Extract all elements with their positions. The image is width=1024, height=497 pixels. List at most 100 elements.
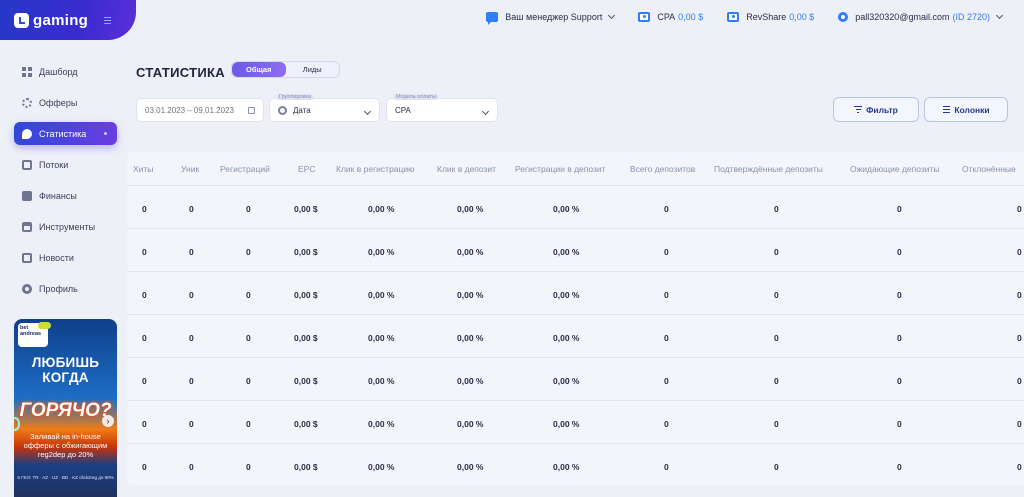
revshare-balance[interactable]: RevShare 0,00 $ bbox=[727, 11, 815, 22]
table-cell: 0 bbox=[142, 333, 147, 343]
table-cell: 0,00 % bbox=[368, 462, 395, 472]
sidebar-item-label: Офферы bbox=[39, 97, 78, 108]
table-cell: 0,00 $ bbox=[294, 462, 318, 472]
grouping-value: Дата bbox=[293, 105, 311, 115]
grouping-label: Группировка bbox=[277, 94, 314, 100]
table-body: 0 0 0 0,00 $ 0,00 % 0,00 % 0,00 % 0 0 0 0 0 0 0 0,00 $… bbox=[127, 185, 1024, 485]
column-header[interactable]: Ожидающие депозиты bbox=[850, 164, 940, 174]
table-cell: 0 bbox=[774, 333, 779, 343]
user-menu[interactable]: pall320320@gmail.com (ID 2720) bbox=[838, 11, 1004, 22]
columns-button[interactable]: Колонки bbox=[924, 97, 1008, 122]
column-header[interactable]: Подтверждённые депозиты bbox=[714, 164, 823, 174]
table-cell: 0,00 % bbox=[553, 333, 580, 343]
revshare-label: RevShare bbox=[746, 11, 787, 22]
grouping-select[interactable]: Группировка Дата bbox=[269, 94, 380, 122]
payment-model-select[interactable]: Модель оплаты CPA bbox=[386, 94, 498, 122]
sidebar-item-statistics[interactable]: Статистика bbox=[14, 122, 117, 145]
table-cell: 0 bbox=[1017, 247, 1022, 257]
table-cell: 0 bbox=[1017, 419, 1022, 429]
table-cell: 0,00 % bbox=[457, 419, 484, 429]
column-header[interactable]: EPC bbox=[298, 164, 315, 174]
sidebar-item-offers[interactable]: Офферы bbox=[14, 91, 117, 114]
sidebar-item-label: Дашборд bbox=[39, 66, 78, 77]
cpa-value: 0,00 $ bbox=[678, 11, 704, 22]
sidebar-item-label: Профиль bbox=[39, 283, 78, 294]
revshare-value: 0,00 $ bbox=[789, 11, 815, 22]
table-cell: 0,00 % bbox=[457, 247, 484, 257]
top-bar: Ваш менеджер Support CPA 0,00 $ RevShare… bbox=[136, 0, 1024, 33]
table-cell: 0 bbox=[774, 204, 779, 214]
statistics-table: Хиты Уник Регистраций EPC Клик в регистрацию… bbox=[127, 152, 1024, 485]
tab-leads[interactable]: Лиды bbox=[286, 62, 340, 77]
table-cell: 0 bbox=[664, 204, 669, 214]
filter-button-label: Фильтр bbox=[866, 104, 898, 115]
table-cell: 0 bbox=[189, 204, 194, 214]
table-cell: 0 bbox=[1017, 333, 1022, 343]
column-header[interactable]: Клик в депозит bbox=[437, 164, 496, 174]
table-row: 0 0 0 0,00 $ 0,00 % 0,00 % 0,00 % 0 0 0 0 bbox=[127, 400, 1024, 443]
table-cell: 0 bbox=[142, 376, 147, 386]
table-cell: 0 bbox=[246, 376, 251, 386]
sidebar-item-dashboard[interactable]: Дашборд bbox=[14, 60, 117, 83]
column-header[interactable]: Всего депозитов bbox=[630, 164, 695, 174]
tools-icon bbox=[22, 221, 32, 232]
table-cell: 0 bbox=[1017, 290, 1022, 300]
table-cell: 0,00 % bbox=[553, 376, 580, 386]
table-cell: 0,00 % bbox=[553, 419, 580, 429]
table-cell: 0,00 % bbox=[368, 333, 395, 343]
sidebar-item-profile[interactable]: Профиль bbox=[14, 277, 117, 300]
column-header[interactable]: Уник bbox=[181, 164, 199, 174]
table-cell: 0 bbox=[897, 462, 902, 472]
column-header[interactable]: Регистраций bbox=[220, 164, 270, 174]
table-cell: 0 bbox=[142, 419, 147, 429]
table-cell: 0 bbox=[897, 376, 902, 386]
table-cell: 0,00 % bbox=[457, 204, 484, 214]
date-range-input[interactable] bbox=[145, 105, 240, 115]
table-cell: 0 bbox=[189, 462, 194, 472]
flows-icon bbox=[22, 159, 32, 170]
promo-next-icon[interactable]: › bbox=[102, 415, 114, 427]
user-email: pall320320@gmail.com bbox=[855, 11, 950, 22]
table-cell: 0,00 % bbox=[368, 204, 395, 214]
table-row: 0 0 0 0,00 $ 0,00 % 0,00 % 0,00 % 0 0 0 0 bbox=[127, 443, 1024, 485]
sidebar-item-label: Потоки bbox=[39, 159, 69, 170]
sidebar-item-tools[interactable]: Инструменты bbox=[14, 215, 117, 238]
table-cell: 0 bbox=[189, 333, 194, 343]
promo-banner[interactable]: bet andreas ЛЮБИШЬ КОГДА ГОРЯЧО? › Залив… bbox=[14, 319, 117, 497]
tab-general[interactable]: Общая bbox=[232, 62, 286, 77]
table-cell: 0 bbox=[1017, 204, 1022, 214]
column-header[interactable]: Регистрации в депозит bbox=[515, 164, 606, 174]
sidebar-item-news[interactable]: Новости bbox=[14, 246, 117, 269]
manager-menu[interactable]: Ваш менеджер Support bbox=[486, 11, 616, 25]
columns-button-label: Колонки bbox=[954, 104, 990, 115]
table-cell: 0 bbox=[774, 419, 779, 429]
promo-prev-icon[interactable] bbox=[14, 417, 20, 431]
column-header[interactable]: Хиты bbox=[133, 164, 153, 174]
table-cell: 0 bbox=[897, 290, 902, 300]
table-cell: 0 bbox=[664, 247, 669, 257]
table-cell: 0 bbox=[246, 462, 251, 472]
cpa-balance[interactable]: CPA 0,00 $ bbox=[638, 11, 704, 22]
table-cell: 0,00 % bbox=[457, 333, 484, 343]
table-cell: 0,00 % bbox=[368, 247, 395, 257]
sidebar-item-finance[interactable]: Финансы bbox=[14, 184, 117, 207]
table-cell: 0,00 $ bbox=[294, 204, 318, 214]
manager-name: Support bbox=[570, 11, 603, 22]
statistics-icon bbox=[22, 128, 32, 139]
stack-icon bbox=[278, 105, 287, 115]
table-cell: 0 bbox=[897, 247, 902, 257]
filter-button[interactable]: Фильтр bbox=[833, 97, 919, 122]
cpa-label: CPA bbox=[657, 11, 676, 22]
column-header[interactable]: Клик в регистрацию bbox=[336, 164, 415, 174]
chevron-down-icon bbox=[995, 11, 1004, 19]
menu-toggle-icon[interactable] bbox=[104, 16, 112, 24]
column-header[interactable]: Отклонённые bbox=[962, 164, 1016, 174]
date-range-field[interactable] bbox=[136, 98, 264, 122]
user-icon bbox=[838, 11, 849, 22]
sidebar-item-flows[interactable]: Потоки bbox=[14, 153, 117, 176]
sidebar-item-label: Инструменты bbox=[39, 221, 96, 232]
finance-icon bbox=[22, 190, 32, 201]
table-cell: 0 bbox=[142, 247, 147, 257]
brand-logo-block[interactable]: gaming bbox=[0, 0, 136, 40]
profile-icon bbox=[22, 283, 32, 294]
